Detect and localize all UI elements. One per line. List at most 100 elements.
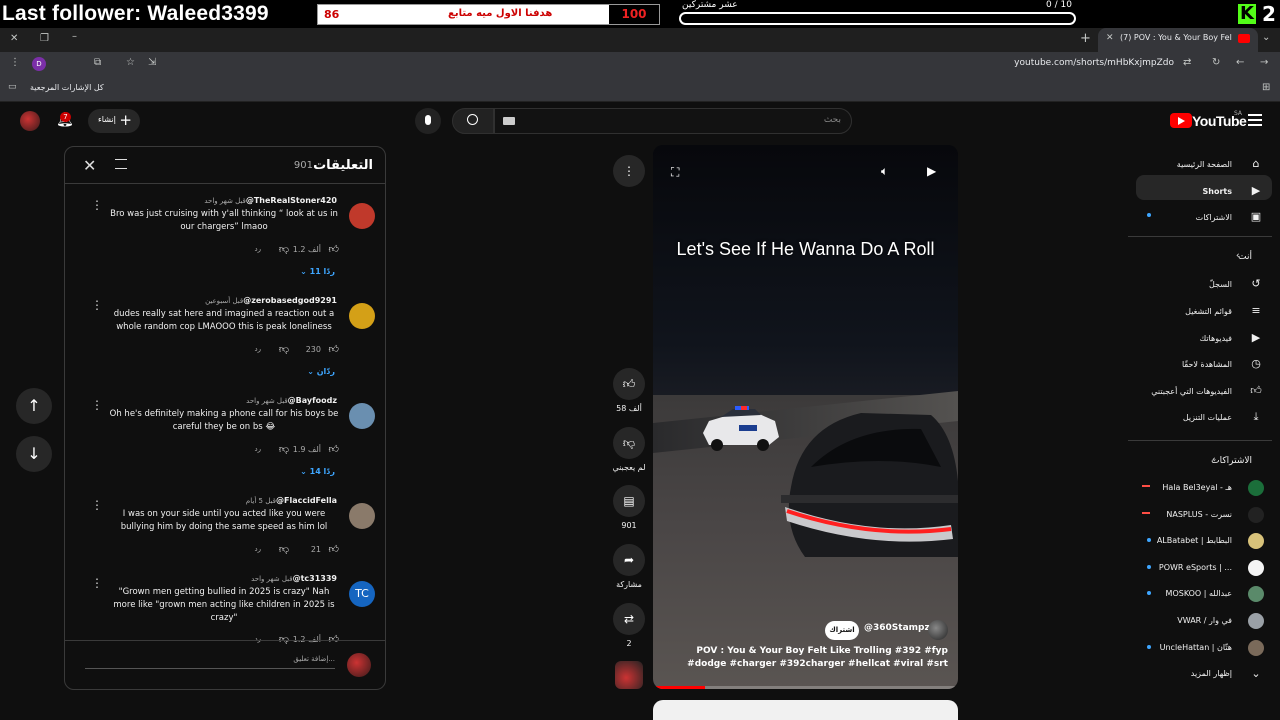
short-video-player[interactable]: Let's See If He Wanna Do A Roll ⛶ 🔈︎ ▶ ا…: [653, 145, 958, 689]
account-avatar[interactable]: [20, 111, 40, 131]
comment-reply-button[interactable]: رد: [255, 245, 262, 253]
comments-button[interactable]: ▤: [613, 485, 645, 517]
add-comment-input[interactable]: إضافة تعليق...: [85, 655, 335, 669]
next-short-button[interactable]: ↓: [16, 436, 52, 472]
tab-search-icon[interactable]: ⌄: [1262, 32, 1270, 43]
back-icon[interactable]: →: [1260, 57, 1268, 68]
install-app-icon[interactable]: ⇲: [148, 57, 156, 68]
extensions-icon[interactable]: ⧉: [94, 57, 101, 68]
create-button[interactable]: إنشاء +: [88, 109, 140, 133]
comment-menu-icon[interactable]: ⋮: [91, 498, 103, 512]
comment-avatar[interactable]: [349, 503, 375, 529]
volume-icon[interactable]: 🔈︎: [881, 164, 888, 179]
comment-avatar[interactable]: [349, 203, 375, 229]
comment-author[interactable]: @tc31339: [293, 574, 337, 583]
comment-like-icon[interactable]: 👍︎: [329, 543, 339, 555]
apps-grid-icon[interactable]: ⊞: [1262, 82, 1270, 93]
close-tab-icon[interactable]: ✕: [1106, 33, 1114, 43]
sort-icon[interactable]: [115, 159, 127, 169]
subscriptions-section-heading[interactable]: الاشتراكات: [1211, 456, 1252, 466]
channel-name[interactable]: @360Stampz: [864, 623, 930, 633]
next-short-preview[interactable]: [653, 700, 958, 720]
comment-menu-icon[interactable]: ⋮: [91, 576, 103, 590]
sidebar-you-item-1[interactable]: قوائم التشغيل: [1185, 307, 1232, 316]
comment-dislike-icon[interactable]: 👎︎: [279, 343, 289, 355]
search-input[interactable]: بحث: [494, 108, 852, 134]
comment-like-icon[interactable]: 👍︎: [329, 443, 339, 455]
youtube-logo-icon[interactable]: [1170, 113, 1192, 128]
sidebar-you-item-0[interactable]: السجلّ: [1209, 280, 1232, 289]
site-settings-icon[interactable]: ⇄: [1183, 57, 1191, 68]
comment-reply-button[interactable]: رد: [255, 635, 262, 643]
sidebar-you-item-3[interactable]: المشاهدة لاحقًا: [1182, 360, 1232, 369]
channel-avatar[interactable]: [928, 620, 948, 640]
comment-menu-icon[interactable]: ⋮: [91, 198, 103, 212]
more-options-button[interactable]: ⋮: [613, 155, 645, 187]
browser-tab[interactable]: ✕ (7) POV : You & Your Boy Felt Li: [1098, 28, 1258, 52]
view-replies-button[interactable]: ⌄ 11 ردًا: [300, 267, 335, 276]
show-more-link[interactable]: إظهار المزيد: [1191, 669, 1232, 678]
sound-thumbnail[interactable]: [615, 661, 643, 689]
sidebar-channel-6[interactable]: UncleHattan | هتّان: [1160, 643, 1232, 652]
comment-menu-icon[interactable]: ⋮: [91, 398, 103, 412]
comment-author[interactable]: @zerobasedgod9291: [243, 296, 337, 305]
close-window-icon[interactable]: ✕: [10, 33, 18, 44]
sidebar-you-item-4[interactable]: الفيديوهات التي أعجبتني: [1151, 387, 1232, 396]
like-button[interactable]: 👍︎: [613, 368, 645, 400]
play-icon[interactable]: ▶: [927, 164, 936, 178]
new-tab-icon[interactable]: +: [1080, 31, 1091, 46]
comment-avatar[interactable]: TC: [349, 581, 375, 607]
comment-dislike-icon[interactable]: 👎︎: [279, 243, 289, 255]
view-replies-button[interactable]: ⌄ ردّان: [307, 367, 335, 376]
all-bookmarks-link[interactable]: كل الإشارات المرجعية: [30, 83, 104, 92]
video-title[interactable]: POV : You & Your Boy Felt Like Trolling …: [665, 645, 948, 671]
comment-author[interactable]: @Bayfoodz: [288, 396, 337, 405]
comment-dislike-icon[interactable]: 👎︎: [279, 633, 289, 645]
sidebar-channel-5[interactable]: VWAR / في وار: [1177, 616, 1232, 625]
comment-dislike-icon[interactable]: 👎︎: [279, 443, 289, 455]
profile-avatar[interactable]: D: [32, 57, 46, 71]
sidebar-channel-4[interactable]: MOSKOO | عبدالله: [1166, 589, 1232, 598]
comment-author[interactable]: @TheRealStoner420: [246, 196, 337, 205]
share-button[interactable]: ➦: [613, 544, 645, 576]
comment-avatar[interactable]: [349, 303, 375, 329]
you-section-heading[interactable]: أنت: [1238, 252, 1252, 262]
view-replies-button[interactable]: ⌄ 14 ردًا: [300, 467, 335, 476]
forward-icon[interactable]: ←: [1236, 57, 1244, 68]
restore-window-icon[interactable]: ❐: [40, 33, 49, 44]
comment-reply-button[interactable]: رد: [255, 345, 262, 353]
comment-avatar[interactable]: [349, 403, 375, 429]
bookmark-star-icon[interactable]: ☆: [126, 57, 135, 68]
reload-icon[interactable]: ↻: [1212, 57, 1220, 68]
sidebar-you-item-5[interactable]: عمليات التنزيل: [1183, 413, 1232, 422]
sidebar-channel-3[interactable]: POWR eSports | ...: [1159, 563, 1232, 572]
comment-reply-button[interactable]: رد: [255, 545, 262, 553]
sidebar-item-1[interactable]: Shorts: [1203, 187, 1232, 196]
comment-reply-button[interactable]: رد: [255, 445, 262, 453]
sidebar-item-0[interactable]: الصفحة الرئيسية: [1177, 160, 1232, 169]
sidebar-item-2[interactable]: الاشتراكات: [1196, 213, 1232, 222]
comment-dislike-icon[interactable]: 👎︎: [279, 543, 289, 555]
comment-like-icon[interactable]: 👍︎: [329, 633, 339, 645]
sidebar-channel-0[interactable]: Hala Bel3eyal - هـ: [1162, 483, 1232, 492]
url-text[interactable]: youtube.com/shorts/mHbKxjmpZdo: [1014, 58, 1174, 68]
video-progress-bar[interactable]: [653, 686, 958, 689]
comment-author[interactable]: @FlaccidFella: [276, 496, 337, 505]
fullscreen-icon[interactable]: ⛶: [671, 165, 679, 180]
comment-like-icon[interactable]: 👍︎: [329, 243, 339, 255]
dislike-button[interactable]: 👎︎: [613, 427, 645, 459]
voice-search-button[interactable]: [415, 108, 441, 134]
keyboard-icon[interactable]: [503, 117, 515, 125]
comment-like-icon[interactable]: 👍︎: [329, 343, 339, 355]
sidebar-channel-1[interactable]: NASPLUS - نسرت: [1166, 510, 1232, 519]
sidebar-you-item-2[interactable]: فيديوهاتك: [1200, 334, 1232, 343]
previous-short-button[interactable]: ↑: [16, 388, 52, 424]
minimize-window-icon[interactable]: –: [72, 31, 77, 42]
subscribe-button[interactable]: اشتراك: [825, 621, 859, 640]
comment-menu-icon[interactable]: ⋮: [91, 298, 103, 312]
sidebar-channel-2[interactable]: ALBatabet | البطابط: [1157, 536, 1232, 545]
browser-menu-icon[interactable]: ⋮: [10, 57, 20, 68]
close-icon[interactable]: ✕: [83, 156, 96, 175]
search-button[interactable]: [452, 108, 494, 134]
remix-button[interactable]: ⇄: [613, 603, 645, 635]
